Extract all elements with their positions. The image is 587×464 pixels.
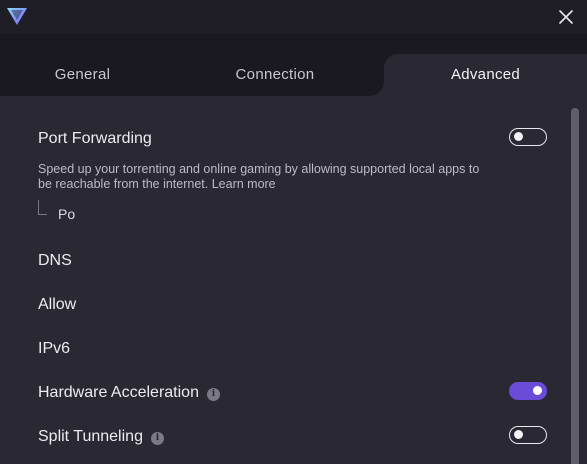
- tree-branch-line: [38, 200, 47, 215]
- dns-title[interactable]: DNS: [38, 252, 72, 270]
- ipv6-title: IPv6: [38, 340, 71, 357]
- info-icon[interactable]: i: [150, 431, 164, 445]
- split-tunneling-title: Split Tunneling i: [38, 428, 164, 446]
- hardware-acceleration-label: Hardware Acceleration: [38, 384, 199, 401]
- toggle-knob: [514, 430, 523, 439]
- split-tunneling-label: Split Tunneling: [38, 428, 143, 445]
- close-icon: [559, 10, 573, 24]
- hardware-acceleration-title: Hardware Acceleration i: [38, 384, 220, 402]
- close-button[interactable]: [555, 6, 577, 28]
- port-forwarding-title: Port Forwarding: [38, 130, 152, 147]
- toggle-knob: [533, 386, 542, 395]
- title-bar: [0, 0, 587, 34]
- toggle-knob: [514, 132, 523, 141]
- hardware-acceleration-toggle[interactable]: [509, 382, 547, 400]
- port-forwarding-toggle[interactable]: [509, 128, 547, 146]
- allow-title: Allow: [38, 296, 77, 313]
- tab-general[interactable]: General: [0, 54, 165, 96]
- info-icon[interactable]: i: [206, 387, 220, 401]
- port-forwarding-sub-label: Po: [58, 206, 76, 222]
- tab-bar: General Connection Advanced: [0, 34, 587, 96]
- advanced-settings-panel: Port Forwarding Speed up your torrenting…: [0, 96, 587, 464]
- tab-connection[interactable]: Connection: [170, 54, 380, 96]
- port-forwarding-description: Speed up your torrenting and online gami…: [38, 162, 480, 191]
- settings-window: General Connection Advanced Port Forward…: [0, 0, 587, 464]
- split-tunneling-toggle[interactable]: [509, 426, 547, 444]
- scrollbar[interactable]: [571, 108, 579, 464]
- vpn-logo-icon: [6, 6, 28, 26]
- tab-advanced[interactable]: Advanced: [370, 54, 587, 96]
